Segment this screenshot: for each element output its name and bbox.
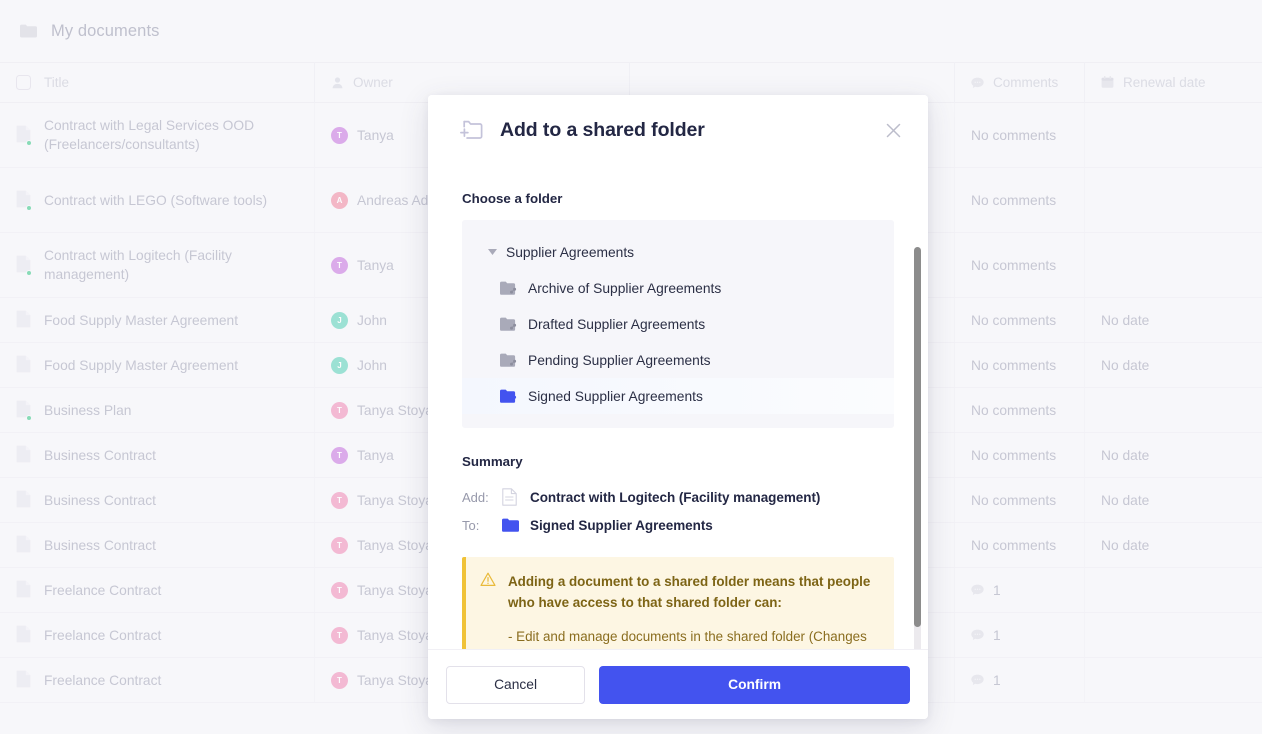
summary-to-key: To: — [462, 517, 480, 533]
dialog-header: Add to a shared folder — [428, 95, 928, 165]
dialog-title: Add to a shared folder — [500, 118, 705, 141]
dialog-body: Choose a folder Supplier Agreements Archi… — [428, 165, 928, 649]
folder-tree-item-label: Archive of Supplier Agreements — [528, 280, 722, 296]
warning-body: - Edit and manage documents in the share… — [508, 629, 867, 644]
shared-folder-icon — [500, 281, 517, 296]
folder-tree: Supplier Agreements Archive of Supplier A… — [462, 220, 894, 428]
document-icon — [502, 488, 530, 506]
folder-tree-item-label: Signed Supplier Agreements — [528, 388, 703, 404]
folder-tree-item-label: Drafted Supplier Agreements — [528, 316, 706, 332]
dialog-footer: Cancel Confirm — [428, 649, 928, 719]
folder-tree-item-label: Pending Supplier Agreements — [528, 352, 711, 368]
warning-heading: Adding a document to a shared folder mea… — [508, 574, 871, 610]
folder-tree-item[interactable]: Archive of Supplier Agreements — [462, 270, 894, 306]
close-icon[interactable] — [880, 117, 906, 143]
folder-tree-item-label: Supplier Agreements — [506, 244, 635, 260]
folder-tree-item[interactable]: Pending Supplier Agreements — [462, 342, 894, 378]
confirm-button[interactable]: Confirm — [599, 665, 910, 704]
app-root: My documents Title Owner Comments Renewa… — [0, 0, 1262, 734]
caret-down-icon[interactable] — [484, 249, 500, 255]
choose-folder-label: Choose a folder — [462, 191, 563, 206]
shared-folder-icon — [500, 317, 517, 332]
summary-label: Summary — [462, 454, 523, 469]
dialog-scrollbar-thumb[interactable] — [914, 247, 921, 627]
warning-triangle-icon — [480, 571, 496, 647]
folder-tree-item[interactable]: Supplier Agreements — [462, 234, 894, 270]
shared-folder-icon — [500, 389, 517, 404]
shared-folder-warning: Adding a document to a shared folder mea… — [462, 557, 894, 649]
add-to-shared-folder-dialog: Add to a shared folder Choose a folder S… — [428, 95, 928, 719]
summary-add-key: Add: — [462, 489, 489, 505]
summary-add-row: Add: Contract with Logitech (Facility ma… — [462, 483, 894, 511]
summary-to-value: Signed Supplier Agreements — [530, 517, 713, 533]
cancel-button[interactable]: Cancel — [446, 665, 586, 704]
shared-folder-icon — [500, 353, 517, 368]
folder-tree-item[interactable]: Signed Supplier Agreements — [462, 378, 894, 414]
destination-folder-icon — [502, 518, 530, 533]
summary-add-value: Contract with Logitech (Facility managem… — [530, 489, 821, 505]
summary-to-row: To: Signed Supplier Agreements — [462, 511, 894, 539]
add-to-folder-icon — [458, 118, 484, 142]
folder-tree-item[interactable]: Drafted Supplier Agreements — [462, 306, 894, 342]
